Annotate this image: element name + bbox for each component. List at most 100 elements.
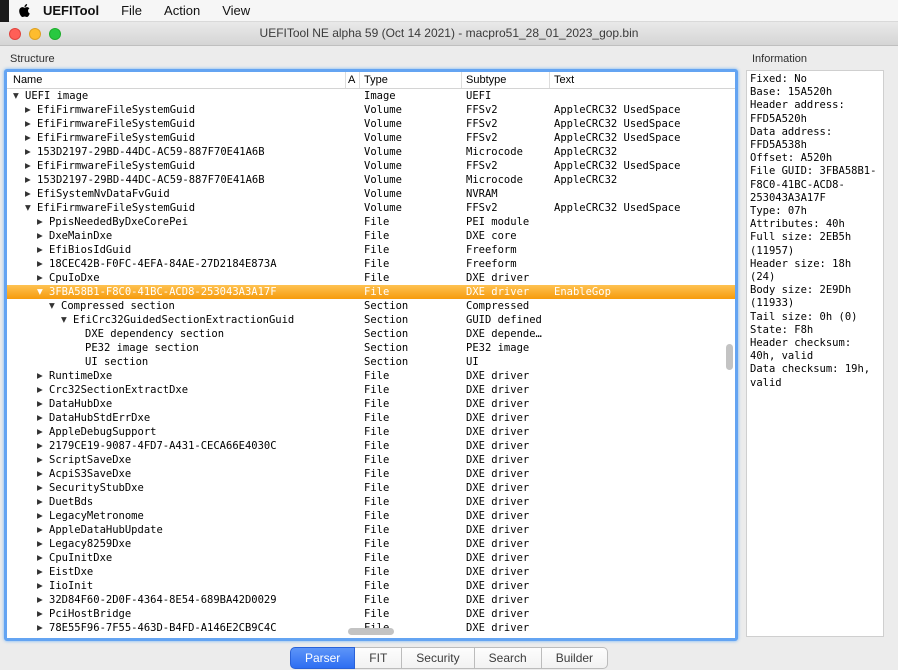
tree-row[interactable]: ▶ 18CEC42B-F0FC-4EFA-84AE-27D2184E873A Fil… [7, 257, 735, 271]
tree-row[interactable]: ▶ EistDxe File DXE driver [7, 565, 735, 579]
tree-row[interactable]: ▶ 153D2197-29BD-44DC-AC59-887F70E41A6B Vol… [7, 173, 735, 187]
tree-row[interactable]: ▶ EfiBiosIdGuid File Freeform [7, 243, 735, 257]
tree-row[interactable]: ▶ PciHostBridge File DXE driver [7, 607, 735, 621]
disclosure-triangle-icon[interactable]: ▶ [25, 117, 37, 131]
disclosure-triangle-icon[interactable]: ▶ [37, 495, 49, 509]
tree-row[interactable]: ▼ EfiCrc32GuidedSectionExtractionGuid Sect… [7, 313, 735, 327]
tree-row[interactable]: ▶ RuntimeDxe File DXE driver [7, 369, 735, 383]
disclosure-triangle-icon[interactable]: ▶ [37, 481, 49, 495]
row-name: PpisNeededByDxeCorePei [49, 216, 189, 228]
disclosure-triangle-icon[interactable]: ▶ [37, 593, 49, 607]
tree-row[interactable]: UI section Section UI [7, 355, 735, 369]
disclosure-triangle-icon[interactable]: ▶ [37, 215, 49, 229]
tree-row[interactable]: ▶ PpisNeededByDxeCorePei File PEI module [7, 215, 735, 229]
tree-row[interactable]: ▶ DuetBds File DXE driver [7, 495, 735, 509]
tab-builder[interactable]: Builder [541, 647, 609, 669]
tree-row[interactable]: ▶ ScriptSaveDxe File DXE driver [7, 453, 735, 467]
disclosure-triangle-icon[interactable]: ▶ [37, 579, 49, 593]
disclosure-triangle-icon[interactable]: ▶ [25, 159, 37, 173]
tab-search[interactable]: Search [474, 647, 542, 669]
tree-row[interactable]: ▶ Legacy8259Dxe File DXE driver [7, 537, 735, 551]
row-name: AppleDataHubUpdate [49, 524, 163, 536]
row-name: AcpiS3SaveDxe [49, 468, 132, 480]
disclosure-triangle-icon[interactable]: ▶ [37, 467, 49, 481]
disclosure-triangle-icon[interactable]: ▶ [37, 383, 49, 397]
tree-row[interactable]: ▶ EfiFirmwareFileSystemGuid Volume FFSv2 App… [7, 131, 735, 145]
tree-row[interactable]: ▶ 32D84F60-2D0F-4364-8E54-689BA42D0029 Fil… [7, 593, 735, 607]
column-header-subtype[interactable]: Subtype [462, 72, 550, 88]
apple-menu-icon[interactable] [18, 3, 31, 18]
disclosure-triangle-icon[interactable]: ▶ [37, 621, 49, 635]
disclosure-triangle-icon[interactable]: ▶ [37, 509, 49, 523]
disclosure-triangle-icon[interactable]: ▶ [37, 411, 49, 425]
tree-row[interactable]: ▶ DxeMainDxe File DXE core [7, 229, 735, 243]
tree-row[interactable]: DXE dependency section Section DXE depende… [7, 327, 735, 341]
zoom-button[interactable] [49, 28, 61, 40]
tree-row[interactable]: ▶ IioInit File DXE driver [7, 579, 735, 593]
disclosure-triangle-icon[interactable]: ▶ [37, 607, 49, 621]
disclosure-triangle-icon[interactable]: ▶ [37, 425, 49, 439]
disclosure-triangle-icon[interactable]: ▼ [37, 285, 49, 299]
tree-row[interactable]: ▶ AppleDataHubUpdate File DXE driver [7, 523, 735, 537]
close-button[interactable] [9, 28, 21, 40]
disclosure-triangle-icon[interactable]: ▶ [37, 565, 49, 579]
tree-row[interactable]: ▶ AcpiS3SaveDxe File DXE driver [7, 467, 735, 481]
disclosure-triangle-icon[interactable]: ▶ [25, 103, 37, 117]
tree-row[interactable]: ▶ LegacyMetronome File DXE driver [7, 509, 735, 523]
tab-fit[interactable]: FIT [355, 647, 403, 669]
tree-row[interactable]: ▶ SecurityStubDxe File DXE driver [7, 481, 735, 495]
disclosure-triangle-icon[interactable]: ▶ [37, 229, 49, 243]
menu-item-view[interactable]: View [222, 3, 250, 18]
menu-item-action[interactable]: Action [164, 3, 200, 18]
tree-row[interactable]: ▶ CpuIoDxe File DXE driver [7, 271, 735, 285]
menu-item-app[interactable]: UEFITool [43, 3, 99, 18]
tree-row[interactable]: ▼ UEFI image Image UEFI [7, 89, 735, 103]
tree-row[interactable]: ▼ EfiFirmwareFileSystemGuid Volume FFSv2 App… [7, 201, 735, 215]
column-header-text[interactable]: Text [550, 72, 735, 88]
row-name: Legacy8259Dxe [49, 538, 132, 550]
tab-parser[interactable]: Parser [289, 647, 356, 669]
disclosure-triangle-icon[interactable]: ▼ [13, 89, 25, 103]
window-titlebar[interactable]: UEFITool NE alpha 59 (Oct 14 2021) - mac… [0, 22, 898, 46]
disclosure-triangle-icon[interactable]: ▶ [37, 453, 49, 467]
tree-row[interactable]: ▼ 3FBA58B1-F8C0-41BC-ACD8-253043A3A17F Fil… [7, 285, 735, 299]
disclosure-triangle-icon[interactable]: ▼ [61, 313, 73, 327]
tree-row[interactable]: ▶ EfiSystemNvDataFvGuid Volume NVRAM [7, 187, 735, 201]
disclosure-triangle-icon[interactable]: ▼ [49, 299, 61, 313]
disclosure-triangle-icon[interactable]: ▶ [37, 551, 49, 565]
column-header-type[interactable]: Type [360, 72, 462, 88]
disclosure-triangle-icon[interactable]: ▶ [37, 271, 49, 285]
disclosure-triangle-icon[interactable]: ▶ [37, 439, 49, 453]
tree-row[interactable]: ▼ Compressed section Section Compressed [7, 299, 735, 313]
disclosure-triangle-icon[interactable]: ▶ [25, 145, 37, 159]
tab-security[interactable]: Security [402, 647, 475, 669]
tree-row[interactable]: ▶ 2179CE19-9087-4FD7-A431-CECA66E4030C Fil… [7, 439, 735, 453]
disclosure-triangle-icon[interactable]: ▶ [37, 397, 49, 411]
disclosure-triangle-icon[interactable]: ▶ [37, 537, 49, 551]
disclosure-triangle-icon[interactable]: ▶ [37, 369, 49, 383]
disclosure-triangle-icon[interactable]: ▼ [25, 201, 37, 215]
column-header-name[interactable]: Name [7, 72, 346, 88]
tree-row[interactable]: ▶ EfiFirmwareFileSystemGuid Volume FFSv2 App… [7, 159, 735, 173]
disclosure-triangle-icon[interactable]: ▶ [37, 523, 49, 537]
tree-row[interactable]: ▶ DataHubDxe File DXE driver [7, 397, 735, 411]
tree-row[interactable]: ▶ CpuInitDxe File DXE driver [7, 551, 735, 565]
menu-item-file[interactable]: File [121, 3, 142, 18]
horizontal-scrollbar-thumb[interactable] [348, 628, 394, 635]
row-name: EistDxe [49, 566, 94, 578]
disclosure-triangle-icon[interactable]: ▶ [25, 131, 37, 145]
disclosure-triangle-icon[interactable]: ▶ [37, 257, 49, 271]
tree-row[interactable]: ▶ AppleDebugSupport File DXE driver [7, 425, 735, 439]
tree-row[interactable]: ▶ EfiFirmwareFileSystemGuid Volume FFSv2 App… [7, 103, 735, 117]
minimize-button[interactable] [29, 28, 41, 40]
disclosure-triangle-icon[interactable]: ▶ [25, 173, 37, 187]
column-header-a[interactable]: A [346, 72, 360, 88]
tree-row[interactable]: ▶ Crc32SectionExtractDxe File DXE driver [7, 383, 735, 397]
tree-row[interactable]: ▶ 153D2197-29BD-44DC-AC59-887F70E41A6B Vol… [7, 145, 735, 159]
tree-row[interactable]: ▶ EfiFirmwareFileSystemGuid Volume FFSv2 App… [7, 117, 735, 131]
tree-row[interactable]: PE32 image section Section PE32 image [7, 341, 735, 355]
disclosure-triangle-icon[interactable]: ▶ [37, 243, 49, 257]
tree-row[interactable]: ▶ DataHubStdErrDxe File DXE driver [7, 411, 735, 425]
disclosure-triangle-icon[interactable]: ▶ [25, 187, 37, 201]
vertical-scrollbar-thumb[interactable] [726, 344, 733, 370]
